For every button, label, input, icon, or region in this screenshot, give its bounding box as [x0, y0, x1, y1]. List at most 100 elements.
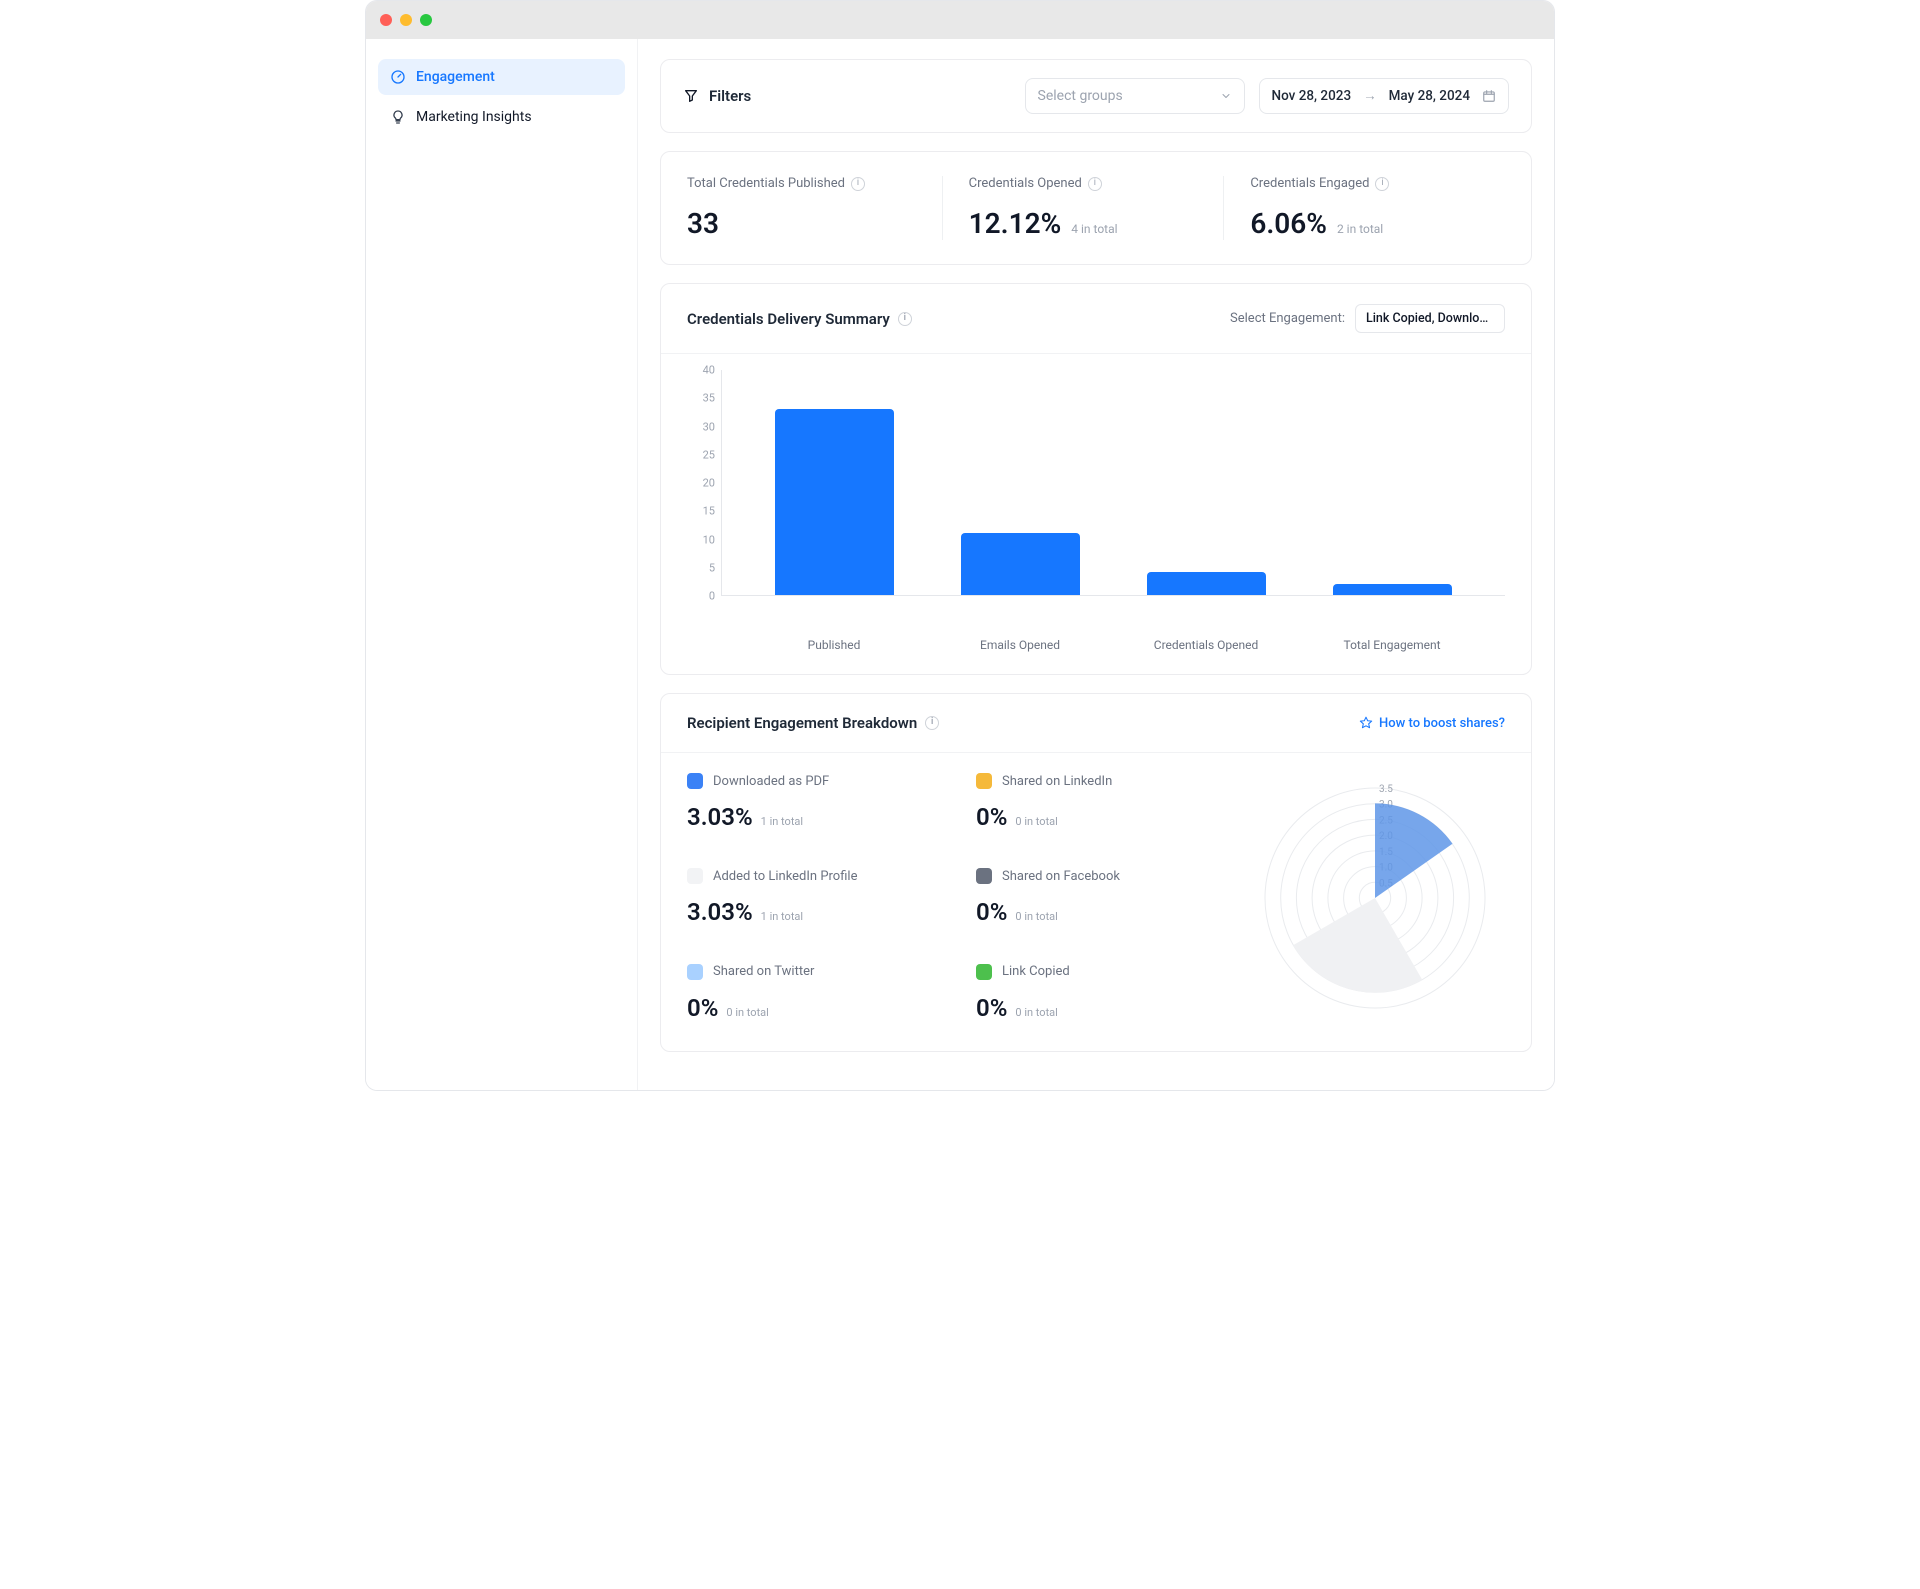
stat-value: 6.06% — [1250, 207, 1327, 240]
breakdown-item-label: Downloaded as PDF — [713, 774, 829, 789]
window-close-icon[interactable] — [380, 14, 392, 26]
breakdown-sub: 1 in total — [761, 815, 803, 828]
stat-label-text: Credentials Opened — [969, 176, 1082, 191]
filters-title: Filters — [709, 87, 751, 105]
date-range-picker[interactable]: Nov 28, 2023 → May 28, 2024 — [1259, 78, 1509, 114]
app-window: Engagement Marketing Insights Filters — [365, 0, 1555, 1091]
breakdown-value: 0% — [976, 803, 1007, 831]
y-tick: 25 — [703, 448, 715, 461]
stat-credentials-engaged: Credentials Engaged i 6.06% 2 in total — [1223, 176, 1505, 240]
date-from: Nov 28, 2023 — [1272, 88, 1352, 104]
boost-shares-text: How to boost shares? — [1379, 716, 1505, 731]
sidebar-item-engagement[interactable]: Engagement — [378, 59, 625, 95]
color-swatch — [687, 868, 703, 884]
window-zoom-icon[interactable] — [420, 14, 432, 26]
main-content: Filters Select groups Nov 28, 2023 → May… — [638, 39, 1554, 1090]
breakdown-item-label: Added to LinkedIn Profile — [713, 869, 857, 884]
select-engagement-wrap: Select Engagement: Link Copied, Download… — [1230, 304, 1505, 333]
filters-title-wrap: Filters — [683, 87, 1011, 105]
breakdown-item-label: Shared on Twitter — [713, 964, 814, 979]
delivery-panel: Credentials Delivery Summary i Select En… — [660, 283, 1532, 675]
bar-column — [928, 533, 1114, 595]
stat-label: Credentials Opened i — [969, 176, 1198, 191]
bar — [775, 409, 894, 595]
x-label: Published — [741, 638, 927, 652]
bar — [1147, 572, 1266, 595]
calendar-icon — [1482, 89, 1496, 103]
breakdown-value-row: 3.03% 1 in total — [687, 898, 956, 926]
breakdown-item: Downloaded as PDF3.03%1 in total — [687, 773, 956, 832]
radar-chart: 0.51.01.52.02.53.03.5 — [1245, 773, 1505, 1023]
breakdown-item-head: Shared on Twitter — [687, 964, 956, 980]
select-engagement-label: Select Engagement: — [1230, 311, 1345, 326]
lightbulb-icon — [390, 109, 406, 125]
date-to: May 28, 2024 — [1389, 88, 1470, 104]
breakdown-value-row: 0% 0 in total — [976, 898, 1245, 926]
info-icon[interactable]: i — [898, 312, 912, 326]
color-swatch — [976, 868, 992, 884]
breakdown-grid: Downloaded as PDF3.03%1 in totalShared o… — [687, 773, 1245, 1023]
svg-text:3.5: 3.5 — [1379, 784, 1393, 795]
breakdown-item: Link Copied0%0 in total — [976, 964, 1245, 1023]
gauge-icon — [390, 69, 406, 85]
y-tick: 35 — [703, 392, 715, 405]
breakdown-panel: Recipient Engagement Breakdown i How to … — [660, 693, 1532, 1052]
boost-shares-link[interactable]: How to boost shares? — [1359, 716, 1505, 731]
bar-chart-x-axis: PublishedEmails OpenedCredentials Opened… — [721, 630, 1505, 652]
breakdown-value-row: 0% 0 in total — [976, 803, 1245, 831]
breakdown-value: 0% — [976, 898, 1007, 926]
window-minimize-icon[interactable] — [400, 14, 412, 26]
y-tick: 30 — [703, 420, 715, 433]
window-titlebar — [366, 1, 1554, 39]
breakdown-value: 3.03% — [687, 898, 753, 926]
breakdown-item: Shared on Facebook 0% 0 in total — [976, 868, 1245, 927]
breakdown-item-head: Added to LinkedIn Profile — [687, 868, 956, 884]
breakdown-item-head: Link Copied — [976, 964, 1245, 980]
sidebar-item-label: Marketing Insights — [416, 109, 532, 125]
bar-column — [1299, 584, 1485, 595]
arrow-right-icon: → — [1363, 88, 1377, 104]
chevron-down-icon — [1220, 90, 1232, 102]
info-icon[interactable]: i — [1088, 177, 1102, 191]
breakdown-value: 0% — [976, 994, 1007, 1022]
breakdown-item: Added to LinkedIn Profile 3.03% 1 in total — [687, 868, 956, 927]
sidebar-item-marketing-insights[interactable]: Marketing Insights — [378, 99, 625, 135]
breakdown-sub: 0 in total — [1015, 910, 1057, 923]
breakdown-sub: 0 in total — [726, 1006, 768, 1019]
breakdown-item-head: Shared on Facebook — [976, 868, 1245, 884]
info-icon[interactable]: i — [925, 716, 939, 730]
breakdown-item-label: Shared on LinkedIn — [1002, 774, 1112, 789]
breakdown-value-row: 0%0 in total — [687, 994, 956, 1022]
info-icon[interactable]: i — [1375, 177, 1389, 191]
stat-label: Total Credentials Published i — [687, 176, 916, 191]
bar-chart: 0510152025303540 PublishedEmails OpenedC… — [661, 354, 1531, 674]
stat-label-text: Total Credentials Published — [687, 176, 845, 191]
breakdown-item: Shared on Twitter 0%0 in total — [687, 964, 956, 1023]
stat-label: Credentials Engaged i — [1250, 176, 1479, 191]
breakdown-sub: 0 in total — [1015, 815, 1057, 828]
breakdown-sub: 1 in total — [761, 910, 803, 923]
select-groups-dropdown[interactable]: Select groups — [1025, 78, 1245, 114]
breakdown-item-head: Downloaded as PDF — [687, 773, 956, 789]
x-label: Total Engagement — [1299, 638, 1485, 652]
color-swatch — [687, 773, 703, 789]
bar-chart-plot — [721, 370, 1505, 596]
x-label: Credentials Opened — [1113, 638, 1299, 652]
stat-value-row: 6.06% 2 in total — [1250, 207, 1479, 240]
stat-value-row: 33 — [687, 207, 916, 240]
sidebar-item-label: Engagement — [416, 69, 495, 85]
stat-sub: 2 in total — [1337, 222, 1383, 236]
select-groups-placeholder: Select groups — [1038, 88, 1123, 104]
y-tick: 0 — [709, 590, 715, 603]
select-engagement-dropdown[interactable]: Link Copied, Downloade… — [1355, 304, 1505, 333]
breakdown-title: Recipient Engagement Breakdown — [687, 714, 917, 732]
y-tick: 5 — [709, 561, 715, 574]
stat-value-row: 12.12% 4 in total — [969, 207, 1198, 240]
filter-icon — [683, 88, 699, 104]
color-swatch — [687, 964, 703, 980]
delivery-title-wrap: Credentials Delivery Summary i — [687, 310, 912, 328]
info-icon[interactable]: i — [851, 177, 865, 191]
y-tick: 40 — [703, 364, 715, 377]
breakdown-item-head: Shared on LinkedIn — [976, 773, 1245, 789]
breakdown-title-wrap: Recipient Engagement Breakdown i — [687, 714, 939, 732]
